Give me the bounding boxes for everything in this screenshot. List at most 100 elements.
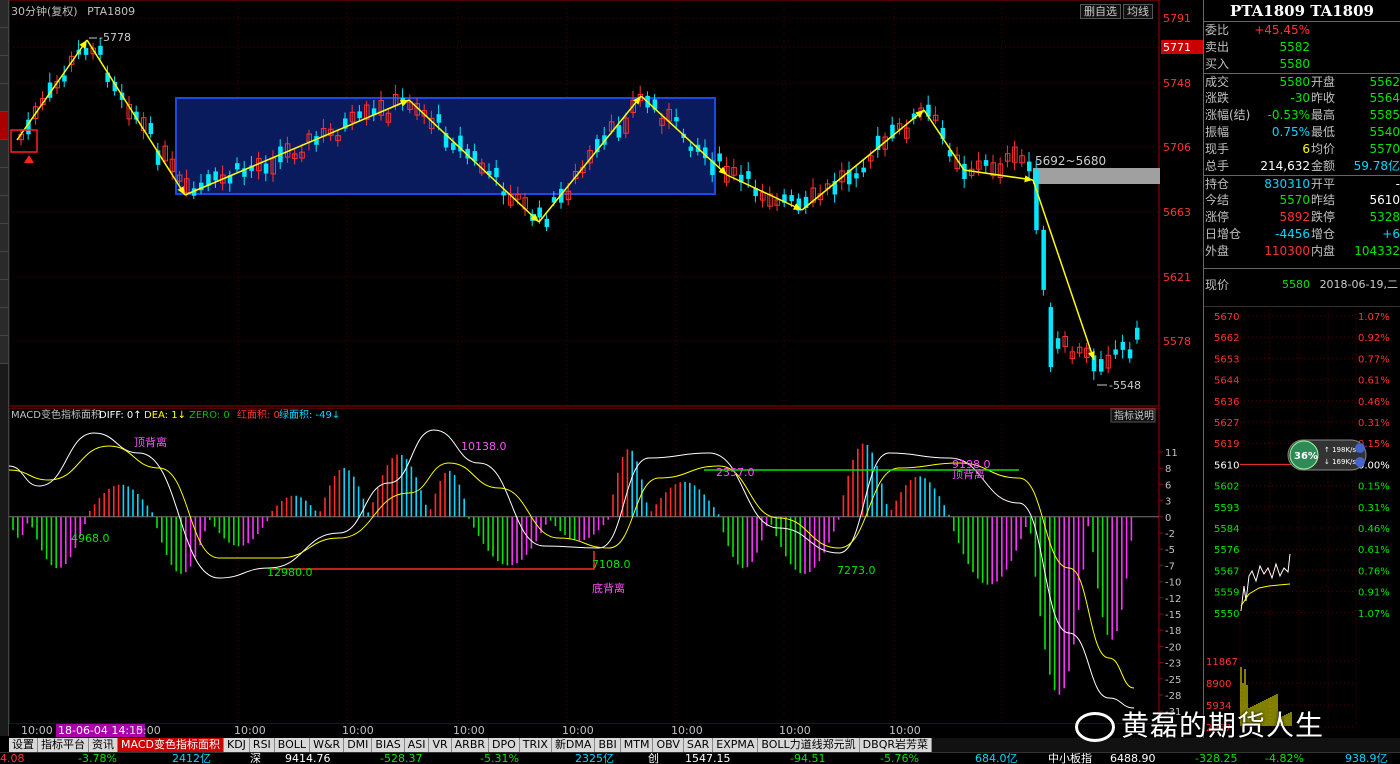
remove-favorite-button[interactable]: 删自选 — [1080, 4, 1121, 19]
indicator-tab[interactable]: BIAS — [372, 738, 405, 752]
status-item: 4.08 — [0, 752, 25, 764]
macd-indicator-chart[interactable]: MACD变色指标面积 DIFF: 0↑ DEA: 1↓ ZERO: 0 红面积: 0 绿面… — [8, 407, 1203, 734]
quote-value: 5570 — [1279, 193, 1310, 207]
indicator-tab[interactable]: 资讯 — [89, 738, 118, 752]
indicator-tab[interactable]: TRIX — [519, 738, 552, 752]
side-tab[interactable] — [0, 0, 8, 28]
gauge-plus-icon — [1355, 443, 1365, 453]
side-tab[interactable] — [0, 308, 8, 336]
indicator-tab[interactable]: ASI — [404, 738, 430, 752]
macd-annotation: 2357.0 — [716, 466, 755, 479]
moving-average-button[interactable]: 均线 — [1123, 4, 1153, 19]
mini-volume-tick: 8900 — [1206, 679, 1231, 690]
quote-label: 振幅 — [1205, 125, 1230, 139]
time-axis: 10:00 18-06-04 14:15 10:00 10:00 10:00 10:00 1… — [9, 724, 1203, 738]
macd-annotation: 7108.0 — [592, 558, 631, 571]
indicator-tab[interactable]: W&R — [310, 738, 345, 752]
candle-body — [688, 146, 694, 151]
macd-axis-tick: -5 — [1165, 545, 1175, 556]
macd-axis-tick: -18 — [1165, 626, 1181, 637]
mini-price-tick: 5610 — [1214, 460, 1239, 471]
indicator-tab[interactable]: KDJ — [223, 738, 250, 752]
quote-label: 增仓 — [1311, 227, 1336, 241]
mini-price-tick: 5576 — [1214, 545, 1239, 556]
side-tab[interactable] — [0, 252, 8, 280]
quote-value: 5328 — [1369, 210, 1400, 224]
speed-gauge-down: ↓ 169K/s — [1324, 458, 1356, 466]
candle-body — [1055, 338, 1061, 349]
mini-pct-tick: 0.15% — [1358, 482, 1390, 493]
indicator-tab[interactable]: 指标平台 — [38, 738, 89, 752]
indicator-tab[interactable]: SAR — [683, 738, 714, 752]
time-tick: 10:00 — [342, 724, 374, 737]
indicator-tab[interactable]: EXPMA — [713, 738, 759, 752]
side-tab[interactable] — [0, 28, 8, 56]
mini-pct-tick: 0.31% — [1358, 418, 1390, 429]
indicator-tab[interactable]: 新DMA — [551, 738, 596, 752]
quote-row: 涨停 5892 跌停 5328 — [1204, 209, 1400, 226]
indicator-tab[interactable]: OBV — [653, 738, 684, 752]
side-tab[interactable] — [0, 84, 8, 112]
indicator-tab[interactable]: BOLL — [274, 738, 311, 752]
macd-axis-tick: 11 — [1165, 448, 1178, 459]
quote-row: 外盘 110300 内盘 104332 — [1204, 243, 1400, 260]
period-label: 30分钟(复权) — [11, 5, 78, 18]
indicator-tab[interactable]: BBI — [595, 738, 621, 752]
candle-body — [1099, 359, 1104, 372]
gap-box — [1033, 168, 1160, 184]
indicator-tab[interactable]: DBQR岩芳菜 — [859, 738, 932, 752]
side-tab-active[interactable] — [0, 112, 8, 140]
quote-row: 涨幅(结) -0.53% 最高 5585 — [1204, 107, 1400, 124]
indicator-tab[interactable]: VR — [429, 738, 452, 752]
quote-value: 830310 — [1264, 177, 1310, 191]
macd-canvas[interactable]: MACD变色指标面积DIFF: 0↑ DEA: 1↓ ZERO: 0 红面积: 0 绿面… — [8, 407, 1203, 734]
candle-body — [1034, 170, 1039, 231]
macd-axis-tick: -28 — [1165, 691, 1181, 702]
quote-row: 总手 214,632 金额 59.78亿 — [1204, 158, 1400, 175]
quote-label: 日增仓 — [1205, 227, 1242, 241]
symbol-label: PTA1809 — [87, 5, 136, 18]
side-tab[interactable] — [0, 336, 8, 364]
quote-row: 涨跌 -30 昨收 5564 — [1204, 90, 1400, 107]
status-item: -5.31% — [480, 752, 519, 764]
side-tab[interactable] — [0, 168, 8, 196]
indicator-tab[interactable]: MACD变色指标面积 — [118, 738, 224, 752]
quote-row: 振幅 0.75% 最低 5540 — [1204, 124, 1400, 141]
quote-panel: PTA1809 TA1809 委比 +45.45% 卖出 5582 买入 5580 成交 55… — [1203, 0, 1400, 738]
indicator-tab[interactable]: ARBR — [451, 738, 490, 752]
side-tab[interactable] — [0, 224, 8, 252]
indicator-tab[interactable]: BOLL力道线郑元凯 — [758, 738, 860, 752]
indicator-tab[interactable]: DPO — [489, 738, 520, 752]
quote-row: 现手 6 均价 5570 — [1204, 141, 1400, 158]
side-tab[interactable] — [0, 280, 8, 308]
indicator-tab[interactable]: 设置 — [9, 738, 38, 752]
candlestick-canvas[interactable]: 5791 5771 5748 5706 5663 5621 5578 -5778 5692~56… — [8, 0, 1203, 408]
candle-body — [1041, 229, 1046, 290]
candlestick-chart[interactable]: 5791 5771 5748 5706 5663 5621 5578 -5778 5692~56… — [8, 0, 1203, 408]
intraday-canvas[interactable]: 5670 1.07% 5662 0.92% 5653 0.77% 5644 0.61% 5636… — [1204, 305, 1400, 738]
time-tick: 10:00 — [129, 724, 161, 737]
macd-annotation: 12980.0 — [267, 566, 313, 579]
indicator-tab[interactable]: MTM — [620, 738, 654, 752]
macd-header-item: DEA: 1↓ — [144, 410, 186, 421]
mini-bg — [1204, 306, 1400, 738]
quote-value: -4456 — [1275, 227, 1310, 241]
side-tab[interactable] — [0, 196, 8, 224]
side-tab[interactable] — [0, 56, 8, 84]
macd-axis-tick: -20 — [1165, 642, 1181, 653]
side-tab[interactable] — [0, 140, 8, 168]
macd-annotation: 底背离 — [592, 581, 625, 595]
indicator-tab[interactable]: DMI — [344, 738, 373, 752]
indicator-tab[interactable]: RSI — [249, 738, 275, 752]
quote-value: -30 — [1290, 91, 1310, 105]
intraday-mini-chart[interactable]: 5670 1.07% 5662 0.92% 5653 0.77% 5644 0.61% 5636… — [1204, 305, 1400, 738]
quote-value: 5582 — [1279, 40, 1310, 54]
candle-body — [616, 125, 622, 138]
left-side-tabs[interactable] — [0, 0, 9, 736]
quote-value: +45.45% — [1254, 23, 1310, 37]
status-item: 938.9亿 — [1345, 752, 1388, 764]
candle-body — [854, 173, 859, 179]
quote-value: 5580 — [1279, 57, 1310, 71]
mini-price-tick: 5627 — [1214, 418, 1239, 429]
quote-value: - — [1395, 177, 1400, 191]
